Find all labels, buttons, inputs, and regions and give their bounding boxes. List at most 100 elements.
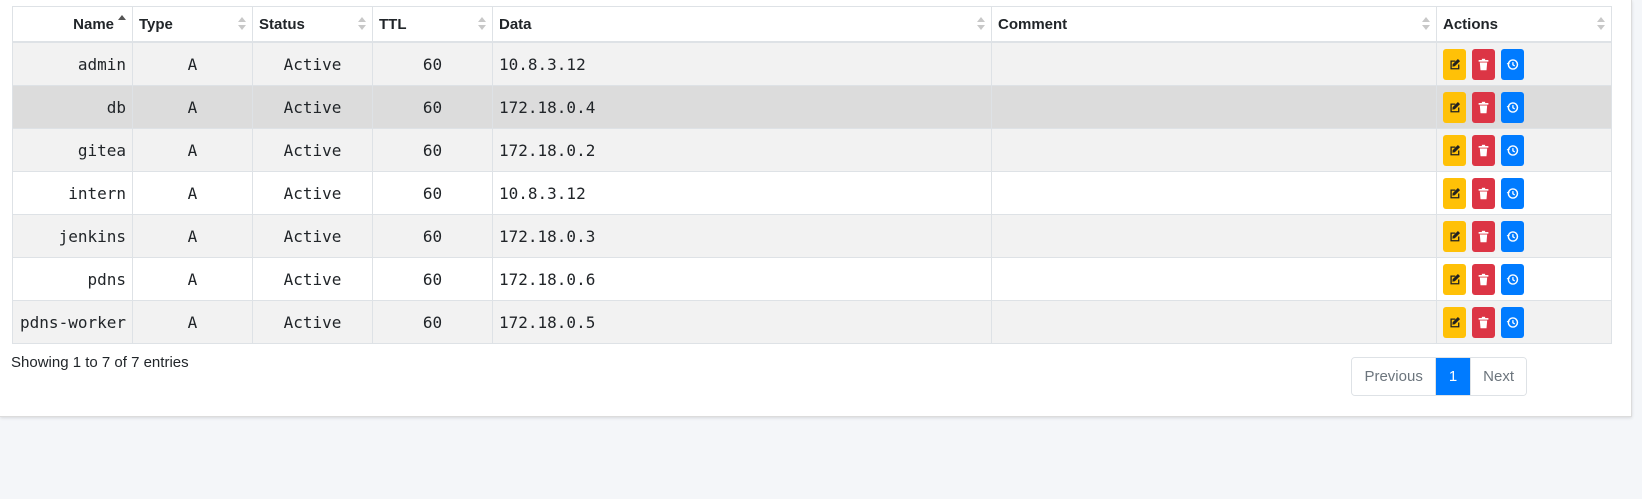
sort-icon	[1597, 16, 1605, 32]
record-history-button[interactable]	[1501, 134, 1524, 166]
record-ttl-cell: 60	[372, 85, 493, 129]
record-actions-cell	[1436, 85, 1612, 129]
record-type-cell: A	[132, 214, 253, 258]
sort-ascending-icon	[118, 14, 126, 30]
column-header-type[interactable]: Type	[132, 6, 253, 43]
pagination-page-button[interactable]: 1	[1435, 358, 1471, 395]
record-actions-cell	[1436, 128, 1612, 172]
delete-record-button[interactable]	[1472, 220, 1495, 252]
record-data-cell: 172.18.0.3	[492, 214, 992, 258]
table-row[interactable]: admin A Active 60 10.8.3.12	[12, 41, 1612, 86]
column-header-actions[interactable]: Actions	[1436, 6, 1612, 43]
record-comment-cell	[991, 214, 1437, 258]
record-actions-cell	[1436, 171, 1612, 215]
record-name-cell: db	[12, 85, 133, 129]
edit-record-button[interactable]	[1443, 263, 1466, 295]
delete-record-button[interactable]	[1472, 134, 1495, 166]
record-name-cell: admin	[12, 41, 133, 86]
table-info-text: Showing 1 to 7 of 7 entries	[11, 354, 189, 371]
record-type-cell: A	[132, 41, 253, 86]
record-name-cell: jenkins	[12, 214, 133, 258]
delete-record-button[interactable]	[1472, 91, 1495, 123]
record-comment-cell	[991, 257, 1437, 301]
record-status-cell: Active	[252, 85, 373, 129]
record-history-button[interactable]	[1501, 48, 1524, 80]
record-data-cell: 172.18.0.5	[492, 300, 992, 344]
edit-record-button[interactable]	[1443, 306, 1466, 338]
record-type-cell: A	[132, 257, 253, 301]
record-history-button[interactable]	[1501, 91, 1524, 123]
record-data-cell: 172.18.0.2	[492, 128, 992, 172]
record-data-cell: 172.18.0.6	[492, 257, 992, 301]
record-actions-cell	[1436, 257, 1612, 301]
edit-record-button[interactable]	[1443, 177, 1466, 209]
record-actions-cell	[1436, 214, 1612, 258]
record-ttl-cell: 60	[372, 171, 493, 215]
record-history-button[interactable]	[1501, 177, 1524, 209]
record-ttl-cell: 60	[372, 300, 493, 344]
sort-icon	[977, 16, 985, 32]
record-type-cell: A	[132, 85, 253, 129]
delete-record-button[interactable]	[1472, 306, 1495, 338]
column-header-status[interactable]: Status	[252, 6, 373, 43]
column-header-label: Actions	[1443, 15, 1499, 33]
table-row[interactable]: pdns-worker A Active 60 172.18.0.5	[12, 300, 1612, 344]
record-history-button[interactable]	[1501, 306, 1524, 338]
edit-record-button[interactable]	[1443, 48, 1466, 80]
table-row[interactable]: db A Active 60 172.18.0.4	[12, 85, 1612, 129]
delete-record-button[interactable]	[1472, 263, 1495, 295]
record-status-cell: Active	[252, 257, 373, 301]
record-data-cell: 172.18.0.4	[492, 85, 992, 129]
record-comment-cell	[991, 85, 1437, 129]
record-ttl-cell: 60	[372, 214, 493, 258]
column-header-name[interactable]: Name	[12, 6, 133, 43]
record-ttl-cell: 60	[372, 41, 493, 86]
records-card: Name Type Status TTL Data Comment Action…	[0, 0, 1632, 417]
delete-record-button[interactable]	[1472, 48, 1495, 80]
edit-record-button[interactable]	[1443, 91, 1466, 123]
table-row[interactable]: jenkins A Active 60 172.18.0.3	[12, 214, 1612, 258]
records-table: Name Type Status TTL Data Comment Action…	[12, 6, 1612, 344]
record-name-cell: pdns-worker	[12, 300, 133, 344]
column-header-label: Name	[73, 15, 114, 33]
record-data-cell: 10.8.3.12	[492, 41, 992, 86]
column-header-label: TTL	[379, 15, 407, 33]
record-type-cell: A	[132, 128, 253, 172]
record-name-cell: intern	[12, 171, 133, 215]
pagination-previous-button[interactable]: Previous	[1352, 358, 1436, 395]
sort-icon	[238, 16, 246, 32]
column-header-label: Type	[139, 15, 173, 33]
pagination-next-button[interactable]: Next	[1470, 358, 1526, 395]
record-comment-cell	[991, 171, 1437, 215]
record-actions-cell	[1436, 41, 1612, 86]
record-status-cell: Active	[252, 214, 373, 258]
record-history-button[interactable]	[1501, 220, 1524, 252]
column-header-comment[interactable]: Comment	[991, 6, 1437, 43]
table-row[interactable]: gitea A Active 60 172.18.0.2	[12, 128, 1612, 172]
record-status-cell: Active	[252, 300, 373, 344]
record-comment-cell	[991, 128, 1437, 172]
table-row[interactable]: intern A Active 60 10.8.3.12	[12, 171, 1612, 215]
sort-icon	[478, 16, 486, 32]
record-status-cell: Active	[252, 128, 373, 172]
edit-record-button[interactable]	[1443, 220, 1466, 252]
column-header-label: Comment	[998, 15, 1068, 33]
edit-record-button[interactable]	[1443, 134, 1466, 166]
record-type-cell: A	[132, 300, 253, 344]
record-ttl-cell: 60	[372, 128, 493, 172]
pagination: Previous 1 Next	[1351, 357, 1527, 396]
column-header-ttl[interactable]: TTL	[372, 6, 493, 43]
sort-icon	[1422, 16, 1430, 32]
column-header-data[interactable]: Data	[492, 6, 992, 43]
sort-icon	[358, 16, 366, 32]
record-status-cell: Active	[252, 41, 373, 86]
table-header-row: Name Type Status TTL Data Comment Action…	[12, 6, 1612, 43]
record-history-button[interactable]	[1501, 263, 1524, 295]
record-data-cell: 10.8.3.12	[492, 171, 992, 215]
table-row[interactable]: pdns A Active 60 172.18.0.6	[12, 257, 1612, 301]
record-name-cell: pdns	[12, 257, 133, 301]
record-comment-cell	[991, 300, 1437, 344]
record-status-cell: Active	[252, 171, 373, 215]
record-comment-cell	[991, 41, 1437, 86]
delete-record-button[interactable]	[1472, 177, 1495, 209]
